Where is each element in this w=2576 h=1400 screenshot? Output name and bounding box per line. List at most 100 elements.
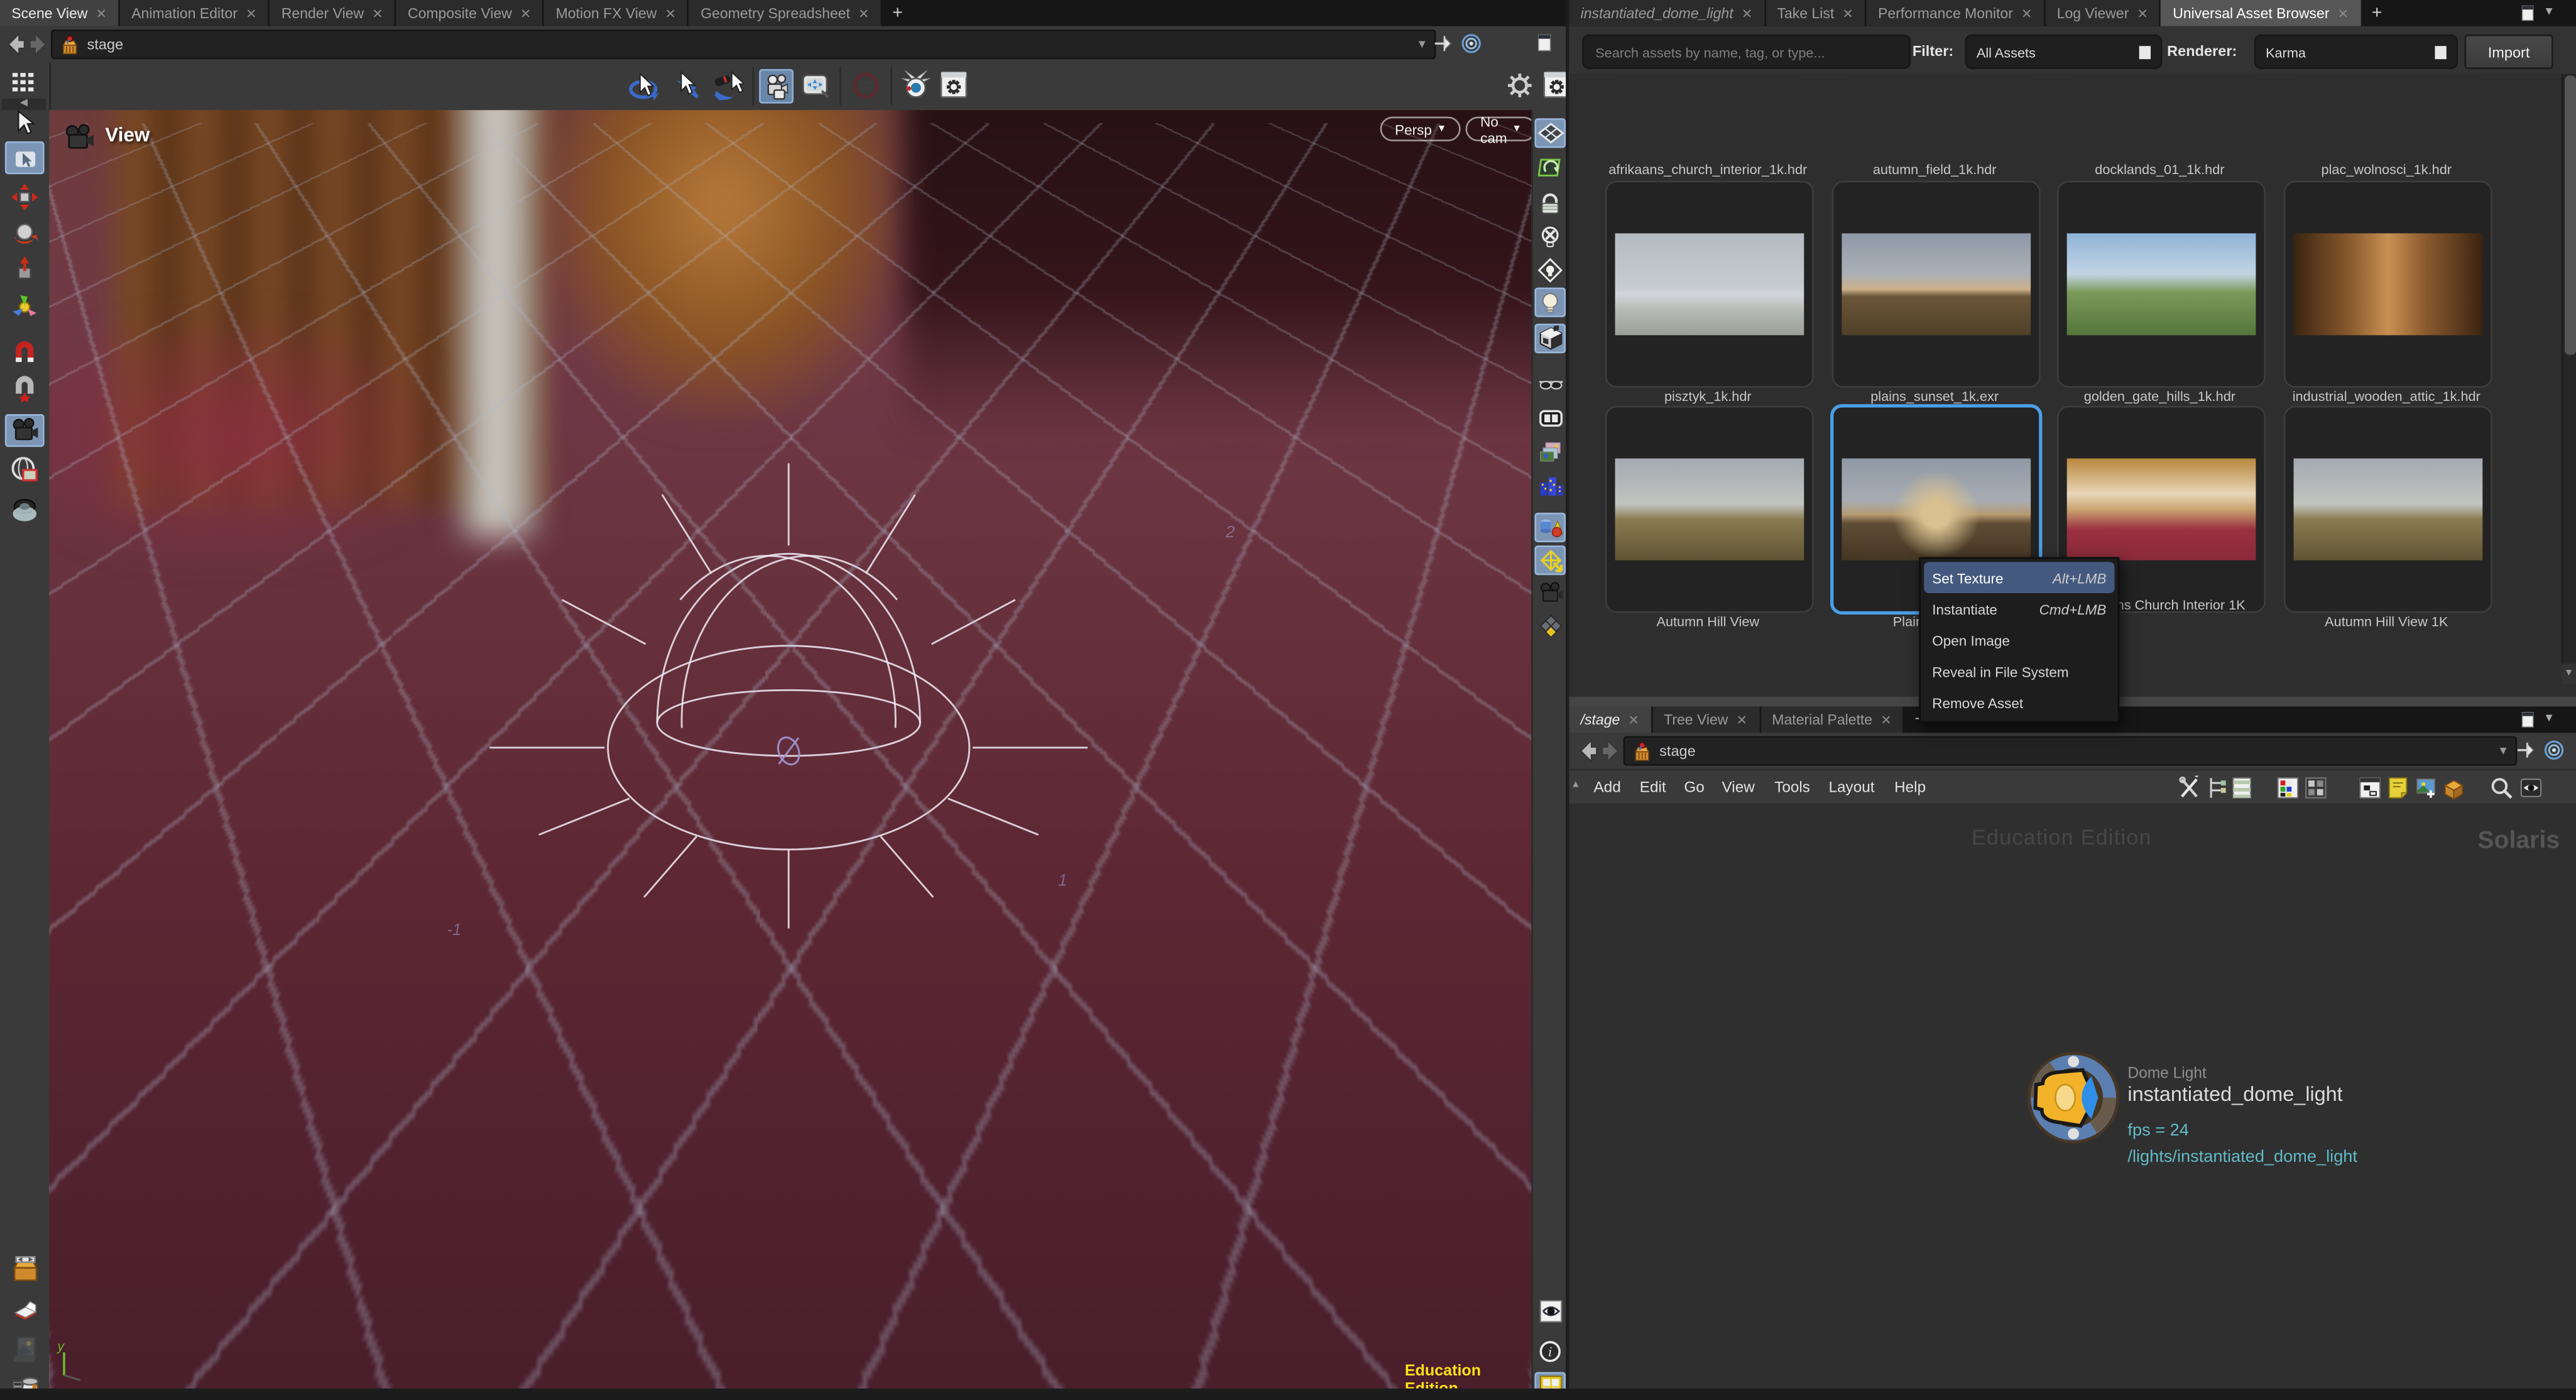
close-icon[interactable]: ✕ — [1842, 6, 1853, 21]
dome-light-wireframe[interactable] — [476, 444, 1101, 970]
frame-view-icon[interactable] — [800, 70, 832, 102]
menu-item-open-image[interactable]: Open Image — [1924, 625, 2114, 656]
close-icon[interactable]: ✕ — [858, 6, 870, 21]
close-icon[interactable]: ✕ — [2021, 6, 2033, 21]
tab-motion-fx-view[interactable]: Motion FX View✕ — [544, 0, 687, 26]
shading-quality-icon[interactable] — [1534, 324, 1566, 353]
tree-view-icon[interactable] — [2205, 775, 2229, 800]
asset-card[interactable] — [1832, 181, 2041, 388]
view-tool-icon[interactable] — [628, 70, 659, 102]
translate-tool-icon[interactable] — [5, 181, 45, 214]
asset-box-icon[interactable] — [2442, 775, 2466, 800]
tab-material-palette[interactable]: Material Palette✕ — [1760, 706, 1903, 733]
link-pin-icon[interactable] — [2516, 740, 2537, 761]
menu-item-remove-asset[interactable]: Remove Asset — [1924, 687, 2114, 718]
flipbook-capture-icon[interactable] — [900, 69, 932, 101]
null-indicator-icon[interactable] — [851, 70, 881, 100]
asset-card[interactable] — [2284, 181, 2492, 388]
tab-take-list[interactable]: Take List✕ — [1766, 0, 1865, 26]
camera-menu[interactable]: No cam▼ — [1466, 117, 1532, 141]
wireframe-display-icon[interactable] — [1534, 545, 1566, 575]
pane-menu-chevron-icon[interactable]: ▼ — [2543, 6, 2555, 18]
find-icon[interactable] — [2489, 775, 2514, 800]
tab-performance-monitor[interactable]: Performance Monitor✕ — [1867, 0, 2044, 26]
close-icon[interactable]: ✕ — [246, 6, 257, 21]
menu-edit[interactable]: Edit — [1640, 779, 1666, 796]
network-path-field[interactable]: stage ▼ — [1624, 736, 2518, 766]
menu-go[interactable]: Go — [1684, 779, 1704, 796]
projection-menu[interactable]: Persp▼ — [1380, 117, 1461, 141]
pane-maximize-icon[interactable] — [2519, 710, 2537, 730]
close-icon[interactable]: ✕ — [1737, 713, 1748, 728]
view-image-icon[interactable] — [5, 1331, 45, 1364]
tile-grid-icon[interactable] — [1534, 611, 1566, 641]
scene-geometry-icon[interactable] — [1534, 472, 1566, 501]
tab-geometry-spreadsheet[interactable]: Geometry Spreadsheet✕ — [689, 0, 881, 26]
menu-item-reveal-in-file-system[interactable]: Reveal in File System — [1924, 655, 2114, 687]
dome-light-node-icon[interactable] — [2022, 1047, 2124, 1149]
multi-snap-icon[interactable] — [5, 371, 45, 404]
tab-render-view[interactable]: Render View✕ — [270, 0, 395, 26]
reference-plane-icon[interactable] — [1534, 118, 1566, 148]
normal-lighting-icon[interactable] — [1534, 288, 1566, 317]
radial-menu-icon[interactable] — [2543, 740, 2565, 761]
radial-menu-icon[interactable] — [1461, 33, 1482, 54]
rotate-tool-icon[interactable] — [5, 217, 45, 249]
color-palette-icon[interactable] — [2276, 775, 2300, 800]
filter-dropdown[interactable]: All Assets — [1965, 35, 2163, 69]
cameras-button[interactable] — [759, 69, 794, 104]
headlight-icon[interactable] — [1534, 254, 1566, 284]
close-icon[interactable]: ✕ — [665, 6, 676, 21]
tab-scene-view[interactable]: Scene View✕ — [0, 0, 118, 26]
no-lighting-icon[interactable] — [1534, 222, 1566, 251]
settings-gear-icon[interactable] — [1505, 70, 1534, 100]
info-icon[interactable] — [1534, 1336, 1566, 1365]
stage-crate-icon[interactable] — [5, 1252, 45, 1285]
menu-tools[interactable]: Tools — [1774, 779, 1810, 796]
pane-layout-icon[interactable] — [1534, 31, 1554, 55]
uv-view-icon[interactable] — [1534, 153, 1566, 182]
close-icon[interactable]: ✕ — [2137, 6, 2148, 21]
close-icon[interactable]: ✕ — [1880, 713, 1892, 728]
background-image-icon[interactable] — [1534, 437, 1566, 467]
node-view-icon[interactable] — [2358, 775, 2382, 800]
apps-grid-icon[interactable] — [8, 69, 38, 96]
tab-universal-asset-browser[interactable]: Universal Asset Browser✕ — [2161, 0, 2360, 26]
search-input[interactable] — [1582, 35, 1911, 69]
tools-wrench-icon[interactable] — [2177, 775, 2202, 800]
menu-view[interactable]: View — [1722, 779, 1755, 796]
menu-add[interactable]: Add — [1594, 779, 1621, 796]
tab-log-viewer[interactable]: Log Viewer✕ — [2045, 0, 2159, 26]
close-icon[interactable]: ✕ — [96, 6, 107, 21]
tab-tree-view[interactable]: Tree View✕ — [1652, 706, 1759, 733]
renderer-dropdown[interactable]: Karma — [2254, 35, 2458, 69]
view-camera-icon[interactable] — [5, 414, 45, 447]
menu-collapse-icon[interactable]: ▲ — [1571, 780, 1581, 790]
menu-item-set-texture[interactable]: Set TextureAlt+LMB — [1924, 562, 2114, 593]
menu-help[interactable]: Help — [1894, 779, 1926, 796]
network-canvas[interactable]: Education Edition Solaris Dome Light ins… — [1569, 804, 2576, 1400]
asset-card[interactable] — [2284, 406, 2492, 613]
lock-camera-icon[interactable] — [1534, 189, 1566, 219]
scrollbar-thumb[interactable] — [2565, 75, 2576, 355]
path-dropdown-icon[interactable]: ▼ — [1416, 38, 1427, 50]
secure-selection-icon[interactable] — [5, 141, 45, 174]
node-name-label[interactable]: instantiated_dome_light — [2127, 1083, 2342, 1106]
asset-scrollbar[interactable] — [2562, 26, 2576, 664]
path-field[interactable]: stage ▼ — [51, 30, 1436, 59]
stereo-glasses-icon[interactable] — [1534, 369, 1566, 399]
split-view-icon[interactable] — [1534, 404, 1566, 434]
nav-forward-icon[interactable] — [1597, 738, 1624, 764]
add-tab-button[interactable]: + — [883, 0, 913, 26]
close-icon[interactable]: ✕ — [520, 6, 532, 21]
select-tool-icon[interactable] — [670, 70, 702, 102]
thumbnail-view-icon[interactable] — [2303, 775, 2328, 800]
close-icon[interactable]: ✕ — [2338, 6, 2349, 21]
close-icon[interactable]: ✕ — [1742, 6, 1753, 21]
list-view-icon[interactable] — [2230, 775, 2254, 800]
camera-display-icon[interactable] — [1534, 578, 1566, 608]
background-image-add-icon[interactable] — [2413, 775, 2438, 800]
asset-card[interactable] — [2057, 181, 2266, 388]
close-icon[interactable]: ✕ — [1628, 713, 1639, 728]
pull-tool-icon[interactable] — [5, 253, 45, 286]
